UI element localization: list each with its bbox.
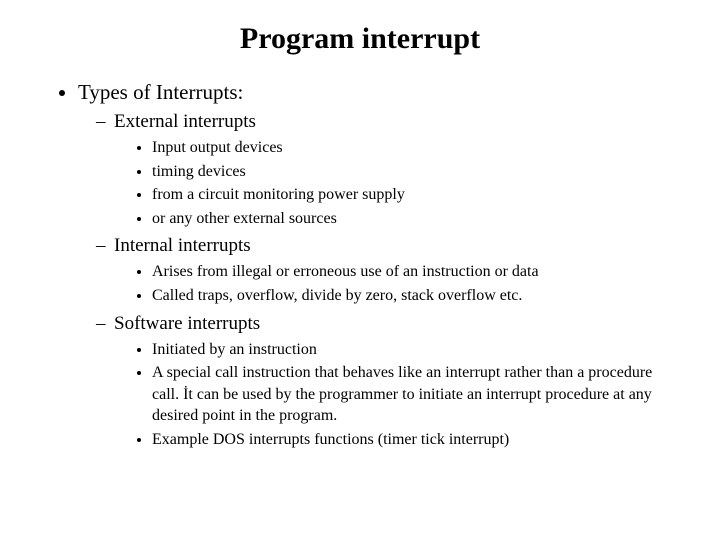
l1-item-types-label: Types of Interrupts: <box>78 80 243 104</box>
l3-internal-0: Arises from illegal or erroneous use of … <box>152 261 670 283</box>
bullet-list-level2: External interrupts Input output devices… <box>78 111 670 451</box>
bullet-list-level3-software: Initiated by an instruction A special ca… <box>114 339 670 451</box>
l2-item-external: External interrupts Input output devices… <box>96 111 670 229</box>
l3-software-2: Example DOS interrupts functions (timer … <box>152 429 670 451</box>
slide: Program interrupt Types of Interrupts: E… <box>0 0 720 540</box>
l3-external-2: from a circuit monitoring power supply <box>152 184 670 206</box>
l3-software-0: Initiated by an instruction <box>152 339 670 361</box>
l2-item-software: Software interrupts Initiated by an inst… <box>96 313 670 451</box>
bullet-list-level3-internal: Arises from illegal or erroneous use of … <box>114 261 670 306</box>
l1-item-types: Types of Interrupts: External interrupts… <box>78 80 670 451</box>
l3-external-0: Input output devices <box>152 137 670 159</box>
l2-item-external-label: External interrupts <box>114 111 256 132</box>
l2-item-internal-label: Internal interrupts <box>114 235 251 256</box>
bullet-list-level3-external: Input output devices timing devices from… <box>114 137 670 229</box>
l3-internal-1: Called traps, overflow, divide by zero, … <box>152 285 670 307</box>
slide-title: Program interrupt <box>50 22 670 56</box>
l3-external-1: timing devices <box>152 161 670 183</box>
bullet-list-level1: Types of Interrupts: External interrupts… <box>50 80 670 451</box>
l2-item-software-label: Software interrupts <box>114 313 260 334</box>
l3-software-1: A special call instruction that behaves … <box>152 362 670 427</box>
l3-external-3: or any other external sources <box>152 208 670 230</box>
l2-item-internal: Internal interrupts Arises from illegal … <box>96 235 670 306</box>
